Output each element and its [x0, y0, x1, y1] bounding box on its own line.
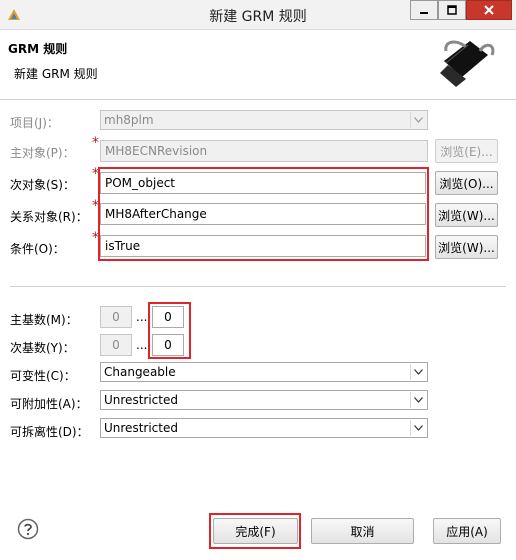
range-separator: ... [136, 338, 148, 352]
maximize-icon [447, 5, 457, 15]
project-label: 项目(J)： [10, 116, 59, 130]
browse-primary-button: 浏览(E)... [435, 139, 498, 163]
close-icon [484, 5, 494, 15]
highlight-box-finish [209, 513, 301, 549]
project-value: mh8plm [104, 113, 154, 127]
minimize-button[interactable] [410, 0, 438, 20]
wizard-header: GRM 规则 新建 GRM 规则 [0, 30, 516, 100]
help-icon[interactable] [17, 518, 39, 540]
title-bar: 新建 GRM 规则 [0, 0, 516, 30]
detachability-label: 可拆离性(D)： [10, 425, 89, 439]
detachability-value: Unrestricted [104, 421, 178, 435]
attachability-combo[interactable]: Unrestricted [100, 390, 428, 410]
binder-clip-icon [440, 40, 495, 87]
changeability-value: Changeable [104, 365, 176, 379]
maximize-button[interactable] [438, 0, 466, 20]
detachability-combo[interactable]: Unrestricted [100, 418, 428, 438]
primary-object-label: 主对象(P)： [10, 146, 75, 160]
header-subtitle: 新建 GRM 规则 [14, 67, 98, 81]
apply-button[interactable]: 应用(A) [433, 518, 501, 544]
primary-cardinality-label: 主基数(M)： [10, 313, 78, 327]
browse-relation-button[interactable]: 浏览(W)... [435, 203, 498, 227]
changeability-combo[interactable]: Changeable [100, 362, 428, 382]
range-separator: ... [136, 310, 148, 324]
required-mark: * [92, 135, 99, 151]
highlight-box-cardinality [148, 302, 191, 359]
cancel-button[interactable]: 取消 [311, 518, 414, 544]
attachability-label: 可附加性(A)： [10, 397, 88, 411]
secondary-min-field: 0 [100, 334, 132, 356]
browse-condition-button[interactable]: 浏览(W)... [435, 235, 498, 259]
minimize-icon [420, 12, 428, 14]
primary-object-field: MH8ECNRevision [100, 140, 428, 162]
relation-object-label: 关系对象(R)： [10, 210, 88, 224]
changeability-label: 可变性(C)： [10, 369, 76, 383]
close-button[interactable] [466, 0, 512, 20]
header-title: GRM 规则 [8, 42, 68, 56]
separator [10, 286, 506, 287]
secondary-object-label: 次对象(S)： [10, 178, 75, 192]
highlight-box-objects [98, 167, 429, 261]
chevron-down-icon [410, 420, 426, 436]
primary-min-field: 0 [100, 306, 132, 328]
condition-label: 条件(O)： [10, 242, 65, 256]
secondary-cardinality-label: 次基数(Y)： [10, 341, 75, 355]
attachability-value: Unrestricted [104, 393, 178, 407]
chevron-down-icon [410, 364, 426, 380]
browse-secondary-button[interactable]: 浏览(O)... [435, 171, 498, 195]
chevron-down-icon [410, 112, 426, 128]
chevron-down-icon [410, 392, 426, 408]
project-combo: mh8plm [100, 110, 428, 130]
